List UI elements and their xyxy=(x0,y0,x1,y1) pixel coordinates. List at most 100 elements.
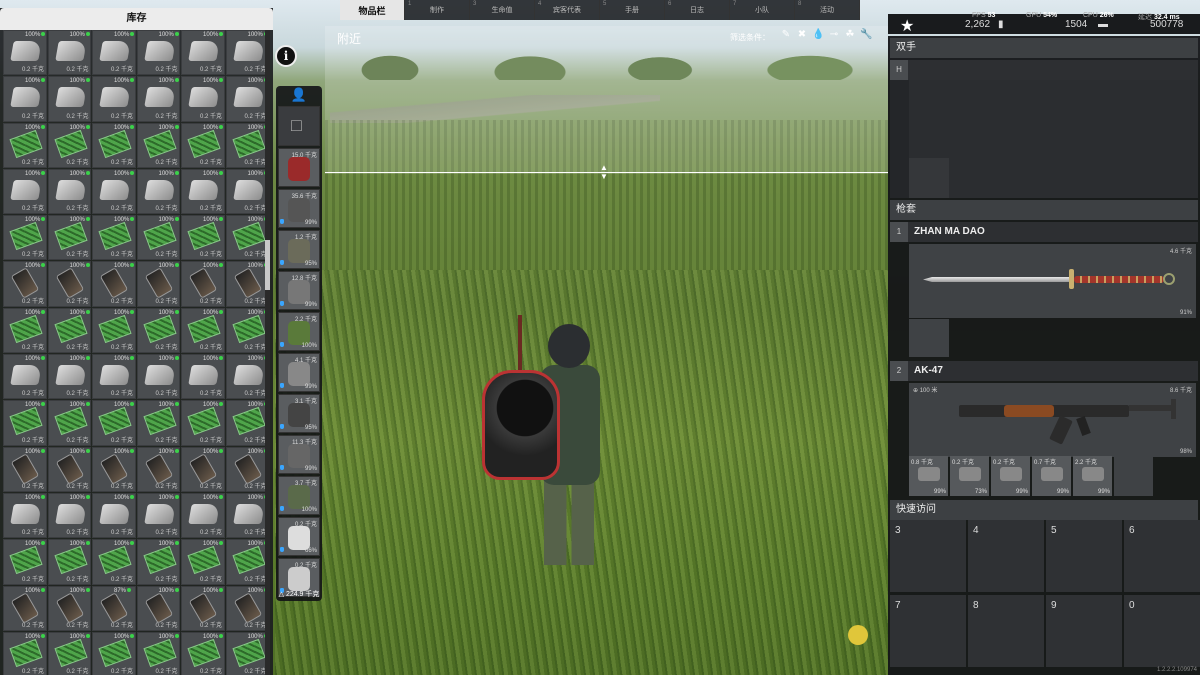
inventory-item[interactable]: 100% 0.2 千克 xyxy=(47,307,91,354)
inventory-item[interactable]: 100% 0.2 千克 xyxy=(3,76,47,122)
inventory-item[interactable]: 100% 0.2 千克 xyxy=(225,631,265,675)
inventory-item[interactable]: 87% 0.2 千克 xyxy=(92,585,136,631)
inventory-item[interactable]: 100% 0.2 千克 xyxy=(3,446,47,492)
inventory-item[interactable]: 100% 0.2 千克 xyxy=(181,354,225,400)
inventory-item[interactable]: 100% 0.2 千克 xyxy=(136,215,180,261)
inventory-item[interactable]: 100% 0.2 千克 xyxy=(181,631,225,675)
inventory-item[interactable]: 100% 0.2 千克 xyxy=(136,261,180,307)
inventory-item[interactable]: 100% 0.2 千克 xyxy=(225,539,265,585)
attachment-slot[interactable]: 0.2 千克 99% xyxy=(991,456,1030,496)
inventory-item[interactable]: 100% 0.2 千克 xyxy=(225,30,265,76)
inventory-item[interactable]: 100% 0.2 千克 xyxy=(3,122,47,168)
weapon-1-attachment-slot[interactable] xyxy=(909,319,949,357)
inventory-item[interactable]: 100% 0.2 千克 xyxy=(3,539,47,585)
inventory-item[interactable]: 100% 0.2 千克 xyxy=(47,261,91,307)
inventory-item[interactable]: 100% 0.2 千克 xyxy=(225,168,265,215)
inventory-item[interactable]: 100% 0.2 千克 xyxy=(47,122,91,168)
inventory-item[interactable]: 100% 0.2 千克 xyxy=(47,585,91,631)
tab-3[interactable]: 4 宾客代表 xyxy=(535,0,600,20)
inventory-item[interactable]: 100% 0.2 千克 xyxy=(92,446,136,492)
inventory-item[interactable]: 100% 0.2 千克 xyxy=(136,539,180,585)
inventory-item[interactable]: 100% 0.2 千克 xyxy=(136,492,180,539)
inventory-item[interactable]: 100% 0.2 千克 xyxy=(3,168,47,215)
inventory-item[interactable]: 100% 0.2 千克 xyxy=(92,168,136,215)
wrench-icon[interactable]: 🔧 xyxy=(860,29,872,40)
inventory-item[interactable]: 100% 0.2 千克 xyxy=(136,76,180,122)
inventory-item[interactable]: 100% 0.2 千克 xyxy=(92,492,136,539)
inventory-item[interactable]: 100% 0.2 千克 xyxy=(47,76,91,122)
inventory-item[interactable]: 100% 0.2 千克 xyxy=(181,122,225,168)
inventory-item[interactable]: 100% 0.2 千克 xyxy=(136,168,180,215)
equipment-slot[interactable]: 3.7 千克 100% xyxy=(278,476,320,515)
inventory-item[interactable]: 100% 0.2 千克 xyxy=(47,492,91,539)
inventory-item[interactable]: 100% 0.2 千克 xyxy=(3,492,47,539)
inventory-item[interactable]: 100% 0.2 千克 xyxy=(136,307,180,354)
inventory-item[interactable]: 100% 0.2 千克 xyxy=(136,446,180,492)
equipment-slot[interactable]: 2.2 千克 100% xyxy=(278,312,320,351)
tab-7[interactable]: 8 活动 xyxy=(795,0,860,20)
inventory-item[interactable]: 100% 0.2 千克 xyxy=(92,631,136,675)
equipment-slot[interactable]: 15.0 千克 xyxy=(278,148,320,187)
inventory-item[interactable]: 100% 0.2 千克 xyxy=(47,631,91,675)
inventory-item[interactable]: 100% 0.2 千克 xyxy=(92,400,136,446)
inventory-item[interactable]: 100% 0.2 千克 xyxy=(3,307,47,354)
inventory-item[interactable]: 100% 0.2 千克 xyxy=(225,215,265,261)
inventory-item[interactable]: 100% 0.2 千克 xyxy=(92,122,136,168)
inventory-item[interactable]: 100% 0.2 千克 xyxy=(92,354,136,400)
grass-icon[interactable]: ☘ xyxy=(844,29,856,40)
equipment-slot[interactable]: 4.1 千克 99% xyxy=(278,353,320,392)
inventory-item[interactable]: 100% 0.2 千克 xyxy=(92,30,136,76)
hands-attachment-slot[interactable] xyxy=(909,158,949,198)
inventory-item[interactable]: 100% 0.2 千克 xyxy=(181,261,225,307)
drop-icon[interactable]: 💧 xyxy=(812,29,824,40)
inventory-item[interactable]: 100% 0.2 千克 xyxy=(47,215,91,261)
equipment-slot[interactable]: 0.2 千克 66% xyxy=(278,517,320,556)
equipment-slot[interactable]: 1.2 千克 95% xyxy=(278,230,320,269)
hands-item-area[interactable] xyxy=(909,80,1198,198)
inventory-item[interactable]: 100% 0.2 千克 xyxy=(225,354,265,400)
inventory-item[interactable]: 100% 0.2 千克 xyxy=(181,30,225,76)
inventory-item[interactable]: 100% 0.2 千克 xyxy=(181,539,225,585)
inventory-item[interactable]: 100% 0.2 千克 xyxy=(92,307,136,354)
hands-slot-row[interactable]: H xyxy=(890,60,1198,80)
inventory-item[interactable]: 100% 0.2 千克 xyxy=(225,400,265,446)
inventory-item[interactable]: 100% 0.2 千克 xyxy=(47,539,91,585)
inventory-item[interactable]: 100% 0.2 千克 xyxy=(47,168,91,215)
inventory-item[interactable]: 100% 0.2 千克 xyxy=(225,76,265,122)
weapon-2-row[interactable]: 2 AK-47 xyxy=(890,361,1198,381)
inventory-item[interactable]: 100% 0.2 千克 xyxy=(92,215,136,261)
quick-access-slot[interactable]: 7 xyxy=(890,595,966,667)
attachment-slot[interactable]: 0.7 千克 99% xyxy=(1032,456,1071,496)
attachment-slot[interactable]: 0.8 千克 99% xyxy=(909,456,948,496)
inventory-item[interactable]: 100% 0.2 千克 xyxy=(181,307,225,354)
inventory-item[interactable]: 100% 0.2 千克 xyxy=(47,30,91,76)
quick-access-slot[interactable]: 5 xyxy=(1046,520,1122,592)
inventory-item[interactable]: 100% 0.2 千克 xyxy=(92,261,136,307)
tab-6[interactable]: 7 小队 xyxy=(730,0,795,20)
weapon-1-row[interactable]: 1 ZHAN MA DAO xyxy=(890,222,1198,242)
inventory-item[interactable]: 100% 0.2 千克 xyxy=(225,492,265,539)
shirt-icon[interactable]: ✎ xyxy=(780,29,792,40)
star-icon[interactable]: ★ xyxy=(900,16,914,36)
tab-2[interactable]: 3 生命值 xyxy=(470,0,535,20)
inventory-item[interactable]: 100% 0.2 千克 xyxy=(3,400,47,446)
tab-5[interactable]: 6 日志 xyxy=(665,0,730,20)
inventory-item[interactable]: 100% 0.2 千克 xyxy=(225,307,265,354)
inventory-item[interactable]: 100% 0.2 千克 xyxy=(181,76,225,122)
attachment-slot[interactable]: 0.2 千克 73% xyxy=(950,456,989,496)
inventory-item[interactable]: 100% 0.2 千克 xyxy=(225,585,265,631)
weapon-1-slot[interactable]: 4.6 千克 91% xyxy=(909,244,1196,318)
inventory-item[interactable]: 100% 0.2 千克 xyxy=(47,400,91,446)
inventory-item[interactable]: 100% 0.2 千克 xyxy=(225,122,265,168)
inventory-scrollbar[interactable] xyxy=(265,30,270,675)
equipment-slot[interactable]: 12.8 千克 99% xyxy=(278,271,320,310)
tab-1[interactable]: 1 制作 xyxy=(405,0,470,20)
crossed-tools-icon[interactable]: ✖ xyxy=(796,29,808,40)
equipment-slot[interactable]: □ xyxy=(278,106,320,146)
quick-access-slot[interactable]: 8 xyxy=(968,595,1044,667)
attachment-slot-empty[interactable] xyxy=(1114,456,1153,496)
inventory-item[interactable]: 100% 0.2 千克 xyxy=(225,446,265,492)
inventory-item[interactable]: 100% 0.2 千克 xyxy=(225,261,265,307)
inventory-item[interactable]: 100% 0.2 千克 xyxy=(3,215,47,261)
inventory-item[interactable]: 100% 0.2 千克 xyxy=(92,76,136,122)
